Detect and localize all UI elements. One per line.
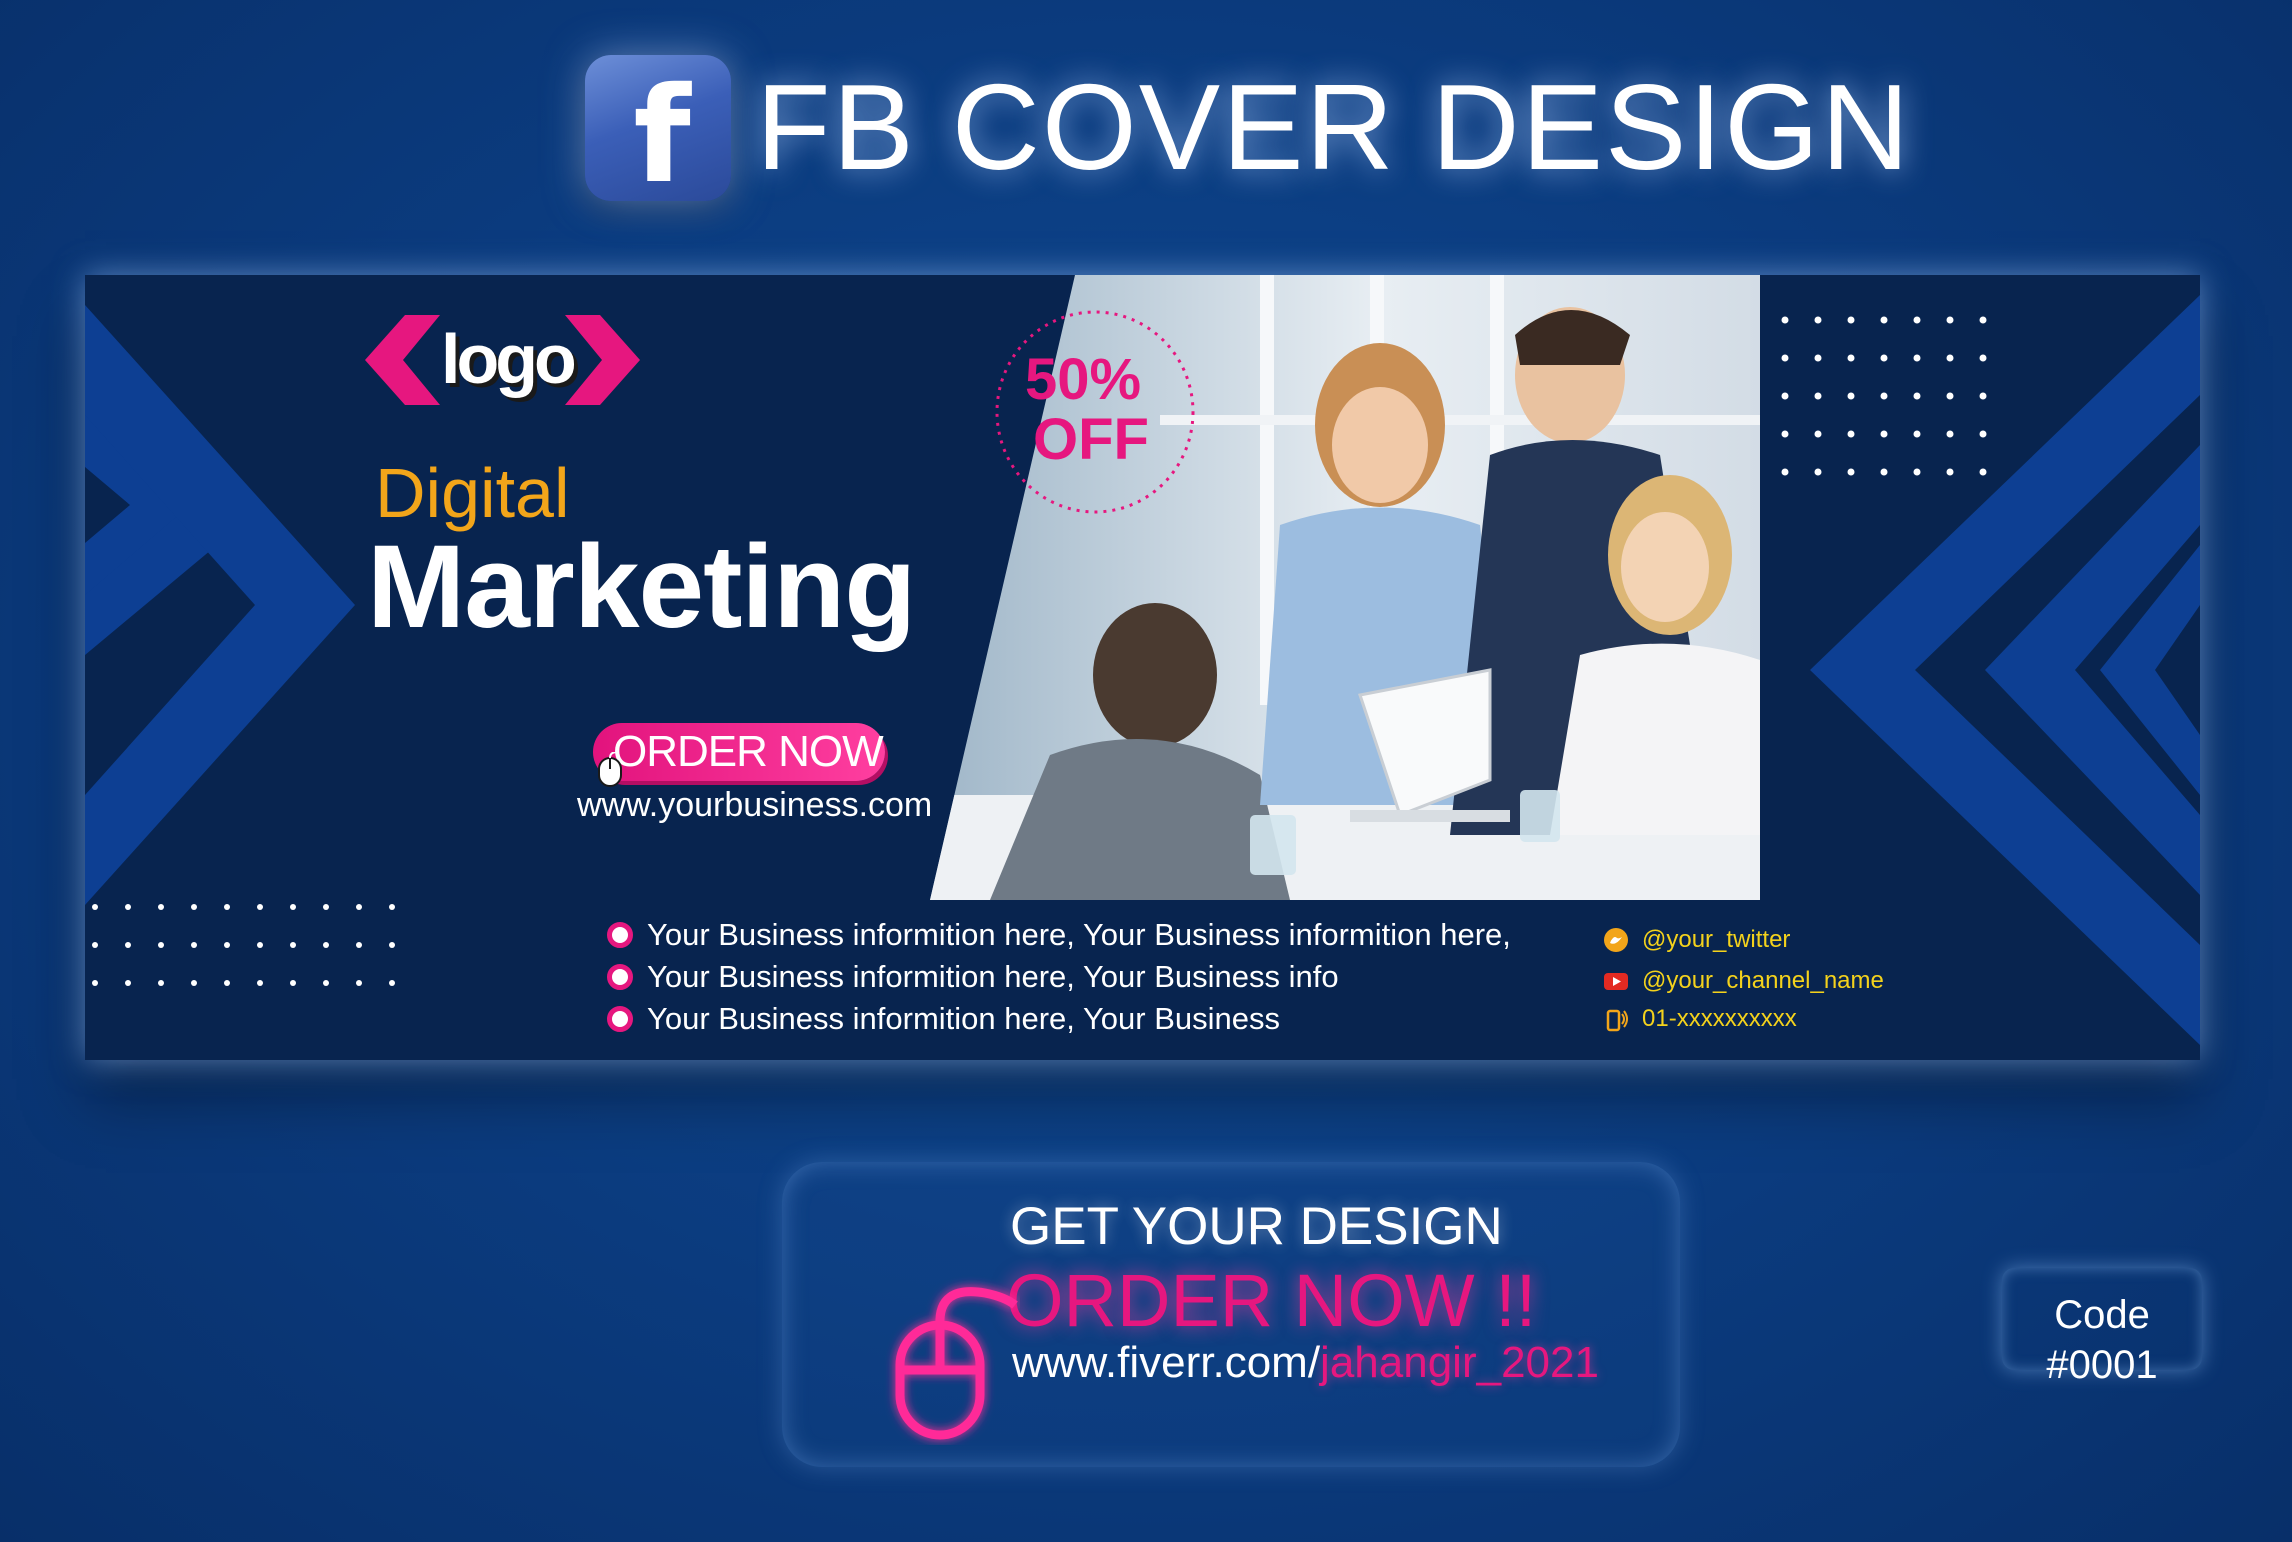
- youtube-channel: @your_channel_name: [1642, 967, 1884, 994]
- bullet-icon: [607, 1006, 633, 1032]
- social-twitter[interactable]: @your_twitter: [1602, 923, 1790, 957]
- info-text: Your Business informition here, Your Bus…: [647, 917, 1511, 952]
- mouse-icon: [895, 1287, 1018, 1440]
- order-now-button[interactable]: ORDER NOW: [593, 723, 885, 781]
- website-url[interactable]: www.yourbusiness.com: [577, 785, 932, 825]
- headline-line2: Marketing: [367, 521, 916, 653]
- brand-logo: logo: [441, 320, 577, 398]
- phone-icon: [1606, 1009, 1628, 1032]
- info-line: Your Business informition here, Your Bus…: [607, 999, 1280, 1039]
- cta-title: GET YOUR DESIGN: [1010, 1197, 1503, 1256]
- design-code: Code #0001: [2046, 1293, 2158, 1387]
- facebook-badge-icon: f: [585, 55, 731, 213]
- fiverr-url[interactable]: www.fiverr.com/jahangir_2021: [1012, 1338, 1599, 1388]
- twitter-handle: @your_twitter: [1642, 926, 1791, 953]
- discount-off-label: OFF: [1033, 407, 1149, 472]
- facebook-f-glyph: f: [633, 59, 691, 213]
- order-now-label: ORDER NOW: [613, 727, 884, 776]
- logo-bracket-left-icon: [365, 315, 440, 405]
- fiverr-url-base: www.fiverr.com/: [1012, 1338, 1321, 1387]
- cta-order-now[interactable]: ORDER NOW !!: [1006, 1260, 1536, 1342]
- dot-grid-left: [92, 904, 395, 986]
- phone-number: 01-xxxxxxxxxx: [1642, 1005, 1797, 1032]
- page-title: FB COVER DESIGN: [756, 59, 1912, 195]
- cover-banner: logo Digital Marketing ORDER NOW www.you…: [85, 275, 2200, 1060]
- logo-bracket-right-icon: [565, 315, 640, 405]
- info-text: Your Business informition here, Your Bus…: [647, 959, 1339, 994]
- twitter-icon: [1604, 928, 1628, 952]
- info-line: Your Business informition here, Your Bus…: [607, 915, 1511, 955]
- social-youtube[interactable]: @your_channel_name: [1602, 964, 1884, 998]
- fiverr-username: jahangir_2021: [1320, 1338, 1599, 1387]
- bullet-icon: [607, 922, 633, 948]
- youtube-icon: [1604, 973, 1628, 990]
- info-line: Your Business informition here, Your Bus…: [607, 957, 1339, 997]
- bullet-icon: [607, 964, 633, 990]
- discount-percent: 50%: [1025, 347, 1142, 412]
- social-phone[interactable]: 01-xxxxxxxxxx: [1602, 1002, 1797, 1036]
- mouse-icon: [598, 752, 622, 787]
- info-text: Your Business informition here, Your Bus…: [647, 1001, 1281, 1036]
